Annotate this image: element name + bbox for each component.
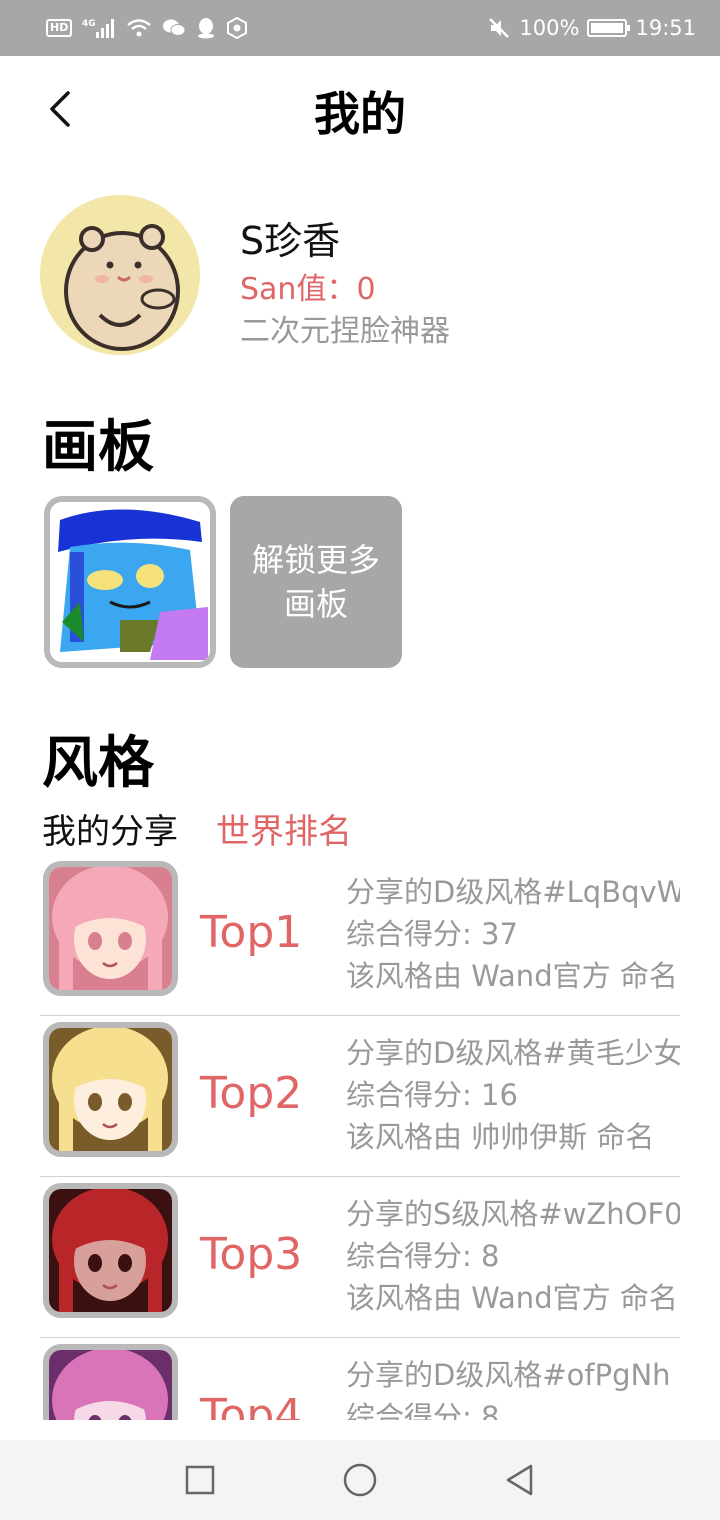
tab-my-shares[interactable]: 我的分享 bbox=[42, 804, 178, 853]
unlock-more-boards-button[interactable]: 解锁更多画板 bbox=[230, 496, 402, 668]
rank-label: Top1 bbox=[200, 907, 303, 958]
san-value-row: San值：0 bbox=[240, 264, 376, 308]
clock: 19:51 bbox=[635, 16, 696, 40]
right-eye bbox=[118, 1254, 132, 1272]
style-author: 该风格由 Wand官方 命名 bbox=[346, 959, 678, 993]
left-eye bbox=[88, 1093, 102, 1111]
style-name: 分享的D级风格#黄毛少女 bbox=[346, 1036, 680, 1070]
recent-apps-button[interactable] bbox=[180, 1460, 220, 1500]
right-eye bbox=[118, 932, 132, 950]
signal-icon: 4G bbox=[82, 17, 116, 39]
rank-label: Top4 bbox=[200, 1390, 303, 1420]
rank-label: Top3 bbox=[200, 1229, 303, 1280]
right-hair-strand bbox=[148, 1249, 162, 1312]
rank-label: Top2 bbox=[200, 1068, 303, 1119]
home-button[interactable] bbox=[340, 1460, 380, 1500]
style-name: 分享的D级风格#LqBqvW bbox=[346, 875, 680, 909]
style-score: 综合得分: 8 bbox=[346, 1400, 500, 1420]
page-title: 我的 bbox=[314, 87, 406, 141]
app-header: 我的 bbox=[0, 56, 720, 166]
mute-icon bbox=[487, 17, 511, 39]
hd-icon: HD bbox=[46, 19, 73, 37]
style-score: 综合得分: 37 bbox=[346, 917, 518, 951]
wifi-icon bbox=[126, 17, 152, 39]
style-thumbnail bbox=[43, 861, 178, 996]
left-hair-strand bbox=[59, 1249, 73, 1312]
wechat-icon bbox=[162, 17, 186, 39]
anime-face-image bbox=[49, 1189, 172, 1312]
status-icons-right: 100% 19:51 bbox=[487, 14, 696, 42]
tab-world-ranking[interactable]: 世界排名 bbox=[216, 804, 352, 853]
style-thumbnail bbox=[43, 1183, 178, 1318]
avatar[interactable] bbox=[40, 195, 200, 355]
right-eye bbox=[118, 1093, 132, 1111]
status-bar: HD 4G 100% 19:51 bbox=[0, 0, 720, 56]
ranking-item[interactable]: Top2 分享的D级风格#黄毛少女 综合得分: 16 该风格由 帅帅伊斯 命名 bbox=[40, 1016, 680, 1177]
battery-fill bbox=[591, 23, 624, 33]
home-circle-icon bbox=[343, 1463, 377, 1497]
battery-percent: 100% bbox=[519, 16, 580, 40]
user-description: 二次元捏脸神器 bbox=[240, 314, 450, 349]
anime-face-image bbox=[49, 1350, 172, 1420]
ranking-item[interactable]: Top3 分享的S级风格#wZhOF0 综合得分: 8 该风格由 Wand官方 … bbox=[40, 1177, 680, 1338]
right-hair-strand bbox=[148, 927, 162, 990]
ranking-list[interactable]: Top1 分享的D级风格#LqBqvW 综合得分: 37 该风格由 Wand官方… bbox=[40, 855, 680, 1420]
qq-icon bbox=[196, 17, 216, 39]
right-hair-strand bbox=[148, 1410, 162, 1420]
style-info: 分享的D级风格#ofPgNh 综合得分: 8 bbox=[346, 1354, 680, 1420]
recent-apps-square-icon bbox=[185, 1465, 215, 1495]
battery-icon bbox=[587, 19, 631, 37]
network-type-label: 4G bbox=[82, 19, 96, 29]
ranking-item[interactable]: Top4 分享的D级风格#ofPgNh 综合得分: 8 bbox=[40, 1338, 680, 1420]
status-icons-left: HD 4G bbox=[46, 14, 248, 42]
board-thumbnail[interactable] bbox=[44, 496, 216, 668]
san-value: 0 bbox=[356, 272, 376, 307]
left-hair-strand bbox=[59, 927, 73, 990]
style-info: 分享的D级风格#黄毛少女 综合得分: 16 该风格由 帅帅伊斯 命名 bbox=[346, 1032, 680, 1158]
user-name: S珍香 bbox=[240, 219, 341, 263]
style-author: 该风格由 帅帅伊斯 命名 bbox=[346, 1120, 655, 1154]
style-info: 分享的D级风格#LqBqvW 综合得分: 37 该风格由 Wand官方 命名 bbox=[346, 871, 680, 997]
left-eye bbox=[88, 932, 102, 950]
anime-face-image bbox=[49, 1028, 172, 1151]
left-hair-strand bbox=[59, 1088, 73, 1151]
styles-section-title: 风格 bbox=[42, 731, 154, 796]
boards-section-title: 画板 bbox=[42, 415, 154, 480]
app-notification-icon bbox=[226, 17, 248, 39]
board-drawing-image bbox=[50, 502, 210, 662]
san-label: San值： bbox=[240, 272, 357, 307]
style-score: 综合得分: 16 bbox=[346, 1078, 518, 1112]
ranking-item[interactable]: Top1 分享的D级风格#LqBqvW 综合得分: 37 该风格由 Wand官方… bbox=[40, 855, 680, 1016]
hamster-avatar-image bbox=[40, 195, 200, 355]
system-navigation-bar bbox=[0, 1440, 720, 1520]
style-name: 分享的S级风格#wZhOF0 bbox=[346, 1197, 680, 1231]
right-hair-strand bbox=[148, 1088, 162, 1151]
style-author: 该风格由 Wand官方 命名 bbox=[346, 1281, 678, 1315]
style-score: 综合得分: 8 bbox=[346, 1239, 500, 1273]
system-back-button[interactable] bbox=[500, 1460, 540, 1500]
style-thumbnail bbox=[43, 1344, 178, 1420]
left-hair-strand bbox=[59, 1410, 73, 1420]
left-eye bbox=[88, 1254, 102, 1272]
back-triangle-icon bbox=[506, 1464, 533, 1496]
style-info: 分享的S级风格#wZhOF0 综合得分: 8 该风格由 Wand官方 命名 bbox=[346, 1193, 680, 1319]
style-thumbnail bbox=[43, 1022, 178, 1157]
style-name: 分享的D级风格#ofPgNh bbox=[346, 1358, 671, 1392]
anime-face-image bbox=[49, 867, 172, 990]
